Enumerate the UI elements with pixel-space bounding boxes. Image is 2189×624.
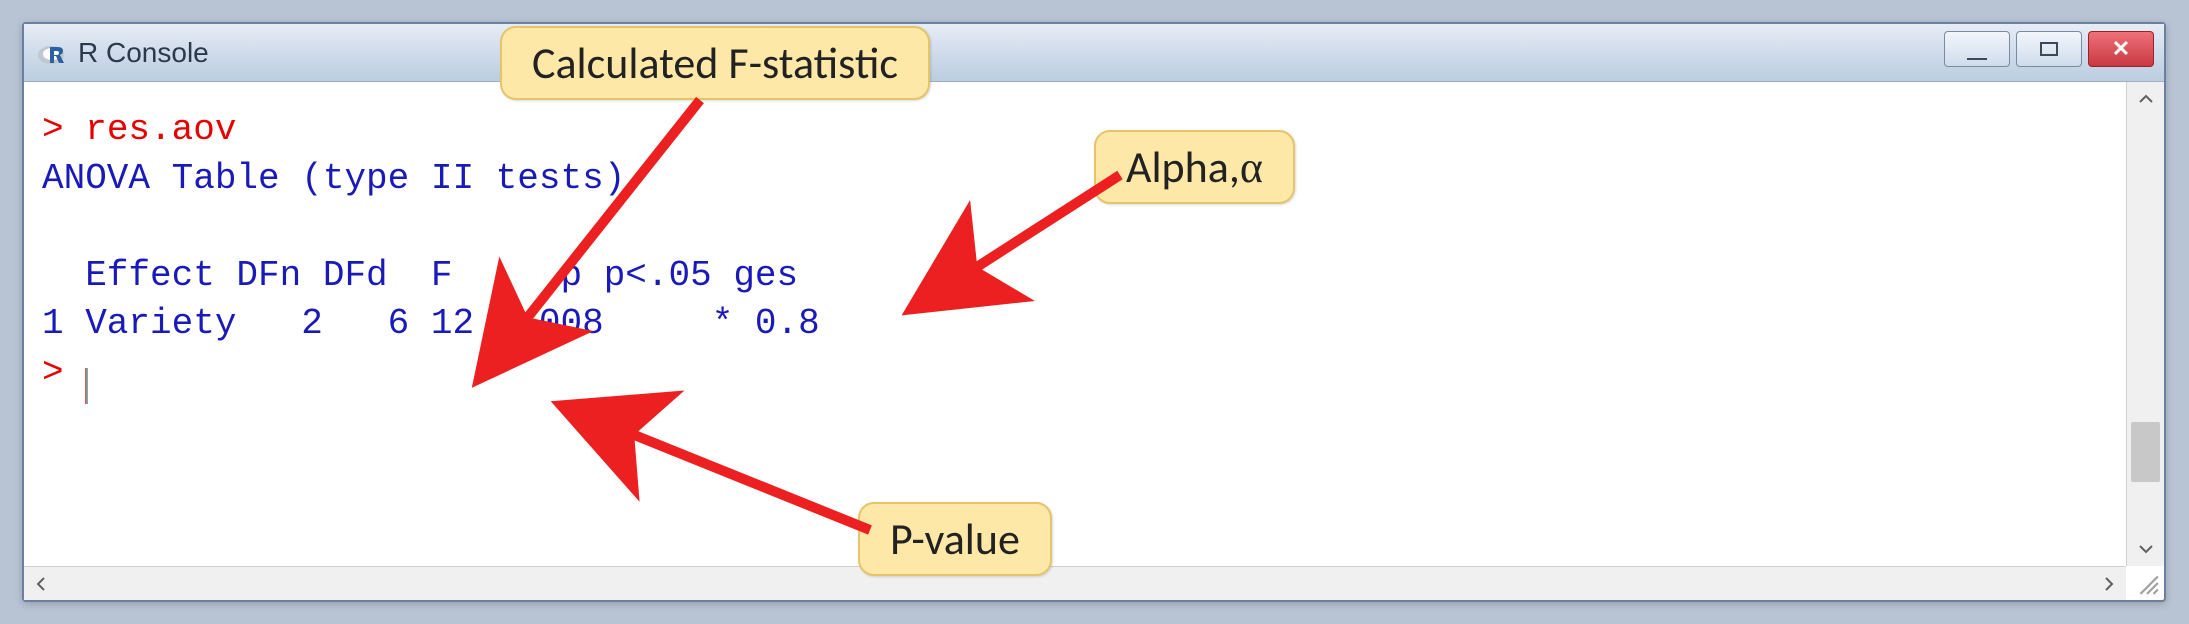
- r-console-window: R Console ✕ > res.aov ANOVA Table (type …: [22, 22, 2166, 602]
- window-controls: ✕: [1944, 31, 2154, 67]
- maximize-icon: [2040, 42, 2058, 56]
- command-text: res.aov: [85, 109, 236, 150]
- callout-f-statistic: Calculated F-statistic: [500, 26, 930, 100]
- console-output[interactable]: > res.aov ANOVA Table (type II tests) Ef…: [24, 82, 2126, 566]
- prompt: > res.aov: [42, 109, 236, 150]
- scroll-right-button[interactable]: [2092, 567, 2126, 600]
- chevron-down-icon: [2138, 544, 2154, 554]
- alpha-prefix: Alpha,: [1126, 140, 1240, 194]
- table-row: 1 Variety 2 6 12 0.008 * 0.8: [42, 303, 820, 344]
- minimize-icon: [1967, 46, 1987, 60]
- scroll-left-button[interactable]: [24, 567, 58, 600]
- chevron-left-icon: [36, 576, 46, 592]
- resize-grip[interactable]: [2134, 570, 2160, 596]
- callout-alpha: Alpha,α: [1094, 130, 1295, 204]
- cursor: [85, 368, 88, 404]
- close-button[interactable]: ✕: [2088, 31, 2154, 67]
- anova-header: ANOVA Table (type II tests): [42, 158, 625, 199]
- callout-p-value: P-value: [858, 502, 1052, 576]
- prompt-char: >: [42, 109, 64, 150]
- horizontal-scrollbar[interactable]: [24, 566, 2126, 600]
- resize-grip-icon: [2134, 570, 2160, 596]
- scroll-down-button[interactable]: [2127, 532, 2164, 566]
- window-title: R Console: [78, 37, 209, 69]
- vertical-scrollbar[interactable]: [2126, 82, 2164, 566]
- scroll-up-button[interactable]: [2127, 82, 2164, 116]
- minimize-button[interactable]: [1944, 31, 2010, 67]
- prompt2: >: [42, 352, 64, 393]
- scroll-thumb-v[interactable]: [2131, 422, 2160, 482]
- chevron-up-icon: [2138, 94, 2154, 104]
- maximize-button[interactable]: [2016, 31, 2082, 67]
- r-app-icon: [36, 37, 68, 69]
- close-icon: ✕: [2112, 38, 2130, 60]
- table-columns: Effect DFn DFd F p p<.05 ges: [42, 255, 798, 296]
- chevron-right-icon: [2104, 576, 2114, 592]
- alpha-symbol: α: [1240, 143, 1263, 192]
- titlebar[interactable]: R Console ✕: [24, 24, 2164, 82]
